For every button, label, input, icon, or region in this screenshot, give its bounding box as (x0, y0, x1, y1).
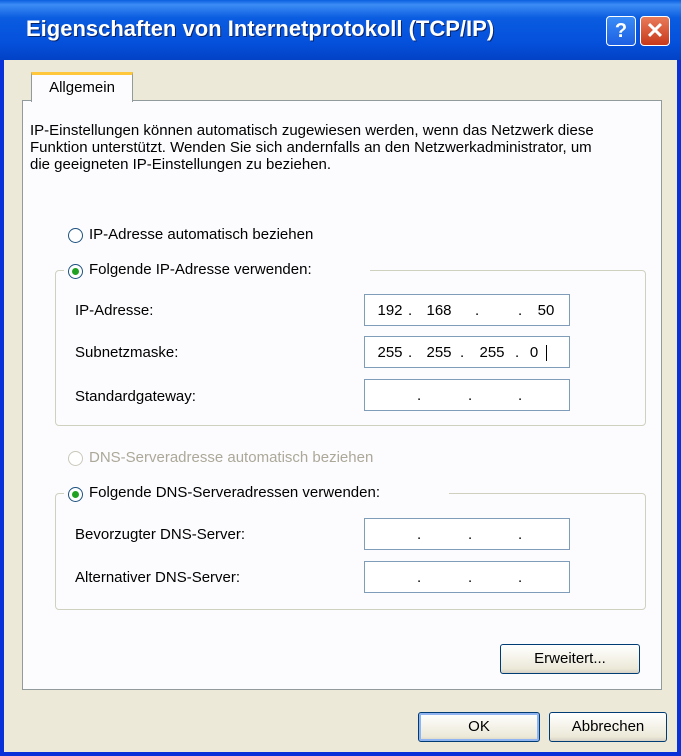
subnet-octet-3: 255 (479, 344, 505, 361)
dns-auto-radio (68, 451, 83, 466)
dns-manual-radio[interactable] (68, 487, 83, 502)
ip-auto-label[interactable]: IP-Adresse automatisch beziehen (89, 226, 313, 243)
subnet-octet-2: 255 (426, 344, 452, 361)
dot: . (468, 387, 473, 404)
dot: . (460, 344, 465, 361)
dot: . (518, 387, 523, 404)
help-icon[interactable]: ? (606, 16, 636, 46)
dot: . (408, 302, 413, 319)
window-title: Eigenschaften von Internetprotokoll (TCP… (26, 16, 495, 41)
preferred-dns-field[interactable]: . . . (364, 518, 570, 550)
ip-address-octet-2: 168 (426, 302, 452, 319)
subnet-octet-1: 255 (377, 344, 403, 361)
text-cursor (546, 345, 547, 361)
subnet-mask-label: Subnetzmaske: (75, 344, 179, 361)
preferred-dns-label: Bevorzugter DNS-Server: (75, 526, 246, 543)
dot: . (518, 302, 523, 319)
gateway-field[interactable]: . . . (364, 379, 570, 411)
alternate-dns-field[interactable]: . . . (364, 561, 570, 593)
dot: . (518, 569, 523, 586)
dot: . (515, 344, 520, 361)
dot: . (475, 302, 480, 319)
intro-text: IP-Einstellungen können automatisch zuge… (30, 122, 594, 173)
dns-manual-label[interactable]: Folgende DNS-Serveradressen verwenden: (89, 484, 380, 501)
dot: . (417, 569, 422, 586)
ip-manual-radio[interactable] (68, 264, 83, 279)
ip-address-octet-1: 192 (377, 302, 403, 319)
ip-address-octet-4: 50 (537, 302, 555, 319)
dot: . (417, 387, 422, 404)
subnet-mask-field[interactable]: 255 . 255 . 255 . 0 (364, 336, 570, 368)
dns-auto-label: DNS-Serveradresse automatisch beziehen (89, 449, 374, 466)
ok-button[interactable]: OK (418, 712, 540, 742)
title-bar[interactable]: Eigenschaften von Internetprotokoll (TCP… (0, 0, 681, 60)
ip-address-label: IP-Adresse: (75, 302, 154, 319)
dot: . (518, 526, 523, 543)
gateway-label: Standardgateway: (75, 388, 196, 405)
cancel-button[interactable]: Abbrechen (549, 712, 667, 742)
close-icon[interactable]: ✕ (640, 16, 670, 46)
dot: . (468, 526, 473, 543)
dot: . (417, 526, 422, 543)
tab-general[interactable]: Allgemein (31, 72, 133, 102)
subnet-octet-4: 0 (529, 344, 539, 361)
advanced-button[interactable]: Erweitert... (500, 644, 640, 674)
dot: . (468, 569, 473, 586)
ip-manual-label[interactable]: Folgende IP-Adresse verwenden: (89, 261, 312, 278)
alternate-dns-label: Alternativer DNS-Server: (75, 569, 241, 586)
ip-auto-radio[interactable] (68, 228, 83, 243)
ip-address-field[interactable]: 192 . 168 . . 50 (364, 294, 570, 326)
dot: . (408, 344, 413, 361)
